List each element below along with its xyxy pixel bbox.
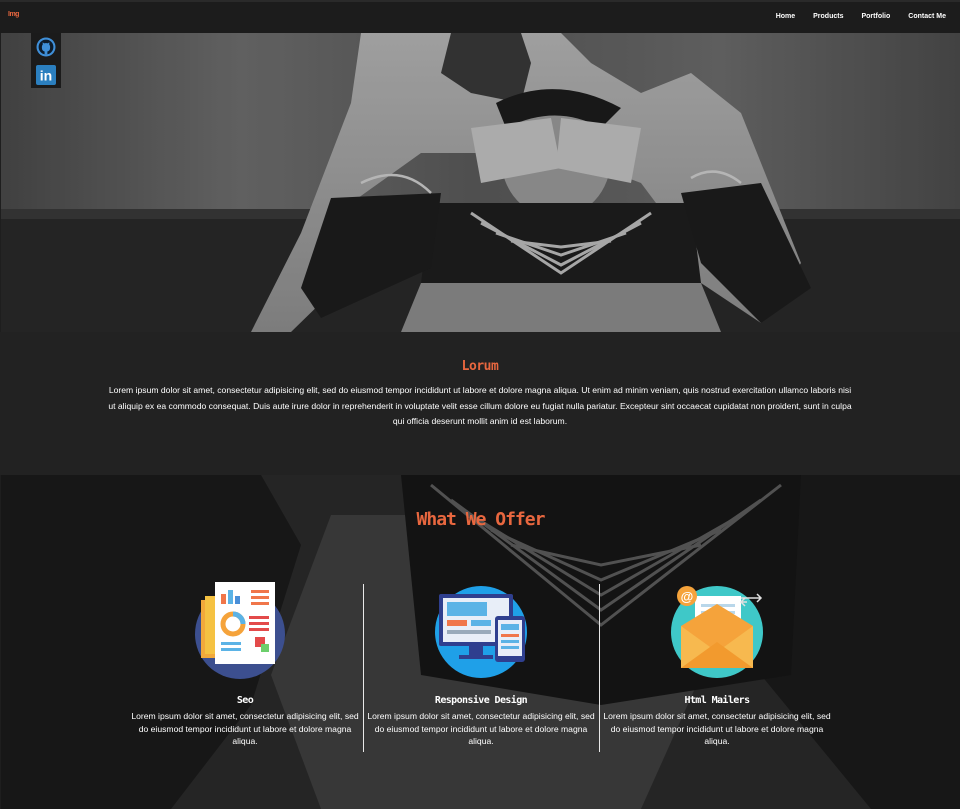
intro-title: Lorum bbox=[461, 359, 499, 374]
card-title-seo: Seo bbox=[236, 695, 254, 706]
svg-text:in: in bbox=[40, 68, 52, 84]
offer-title: What We Offer bbox=[416, 509, 546, 530]
offer-card-responsive-design: Responsive Design Lorem ipsum dolor sit … bbox=[363, 582, 599, 752]
email-envelope-icon: @ bbox=[671, 586, 763, 678]
nav-contact-me[interactable]: Contact Me bbox=[908, 13, 946, 20]
card-text-responsive-design: Lorem ipsum dolor sit amet, consectetur … bbox=[367, 711, 595, 746]
linkedin-icon[interactable]: in bbox=[35, 64, 57, 86]
offer-card-seo: Seo Lorem ipsum dolor sit amet, consecte… bbox=[127, 582, 363, 752]
offer-section: What We Offer Seo Lorem ipsum dolor sit … bbox=[1, 475, 960, 809]
offer-card-html-mailers: @ Html Mailers Lorem ipsum dolor sit ame… bbox=[599, 582, 835, 752]
card-title-responsive-design: Responsive Design bbox=[434, 695, 528, 706]
main-nav: Home Products Portfolio Contact Me bbox=[776, 13, 946, 20]
intro-text: Lorem ipsum dolor sit amet, consectetur … bbox=[108, 385, 852, 426]
social-links: in bbox=[31, 33, 61, 88]
nav-products[interactable]: Products bbox=[813, 13, 843, 20]
navbar: Img Home Products Portfolio Contact Me bbox=[0, 0, 960, 33]
card-text-html-mailers: Lorem ipsum dolor sit amet, consectetur … bbox=[603, 711, 831, 746]
card-title-html-mailers: Html Mailers bbox=[684, 695, 750, 706]
brand-logo[interactable]: Img bbox=[8, 11, 19, 18]
intro-section: Lorum Lorem ipsum dolor sit amet, consec… bbox=[0, 332, 960, 475]
seo-report-icon bbox=[195, 582, 285, 679]
svg-text:@: @ bbox=[681, 589, 694, 604]
card-text-seo: Lorem ipsum dolor sit amet, consectetur … bbox=[131, 711, 359, 746]
nav-portfolio[interactable]: Portfolio bbox=[861, 13, 890, 20]
nav-home[interactable]: Home bbox=[776, 13, 795, 20]
responsive-devices-icon bbox=[435, 586, 527, 678]
page: Img Home Products Portfolio Contact Me i… bbox=[0, 0, 960, 809]
hero-image bbox=[1, 33, 960, 332]
github-icon[interactable] bbox=[35, 36, 57, 58]
